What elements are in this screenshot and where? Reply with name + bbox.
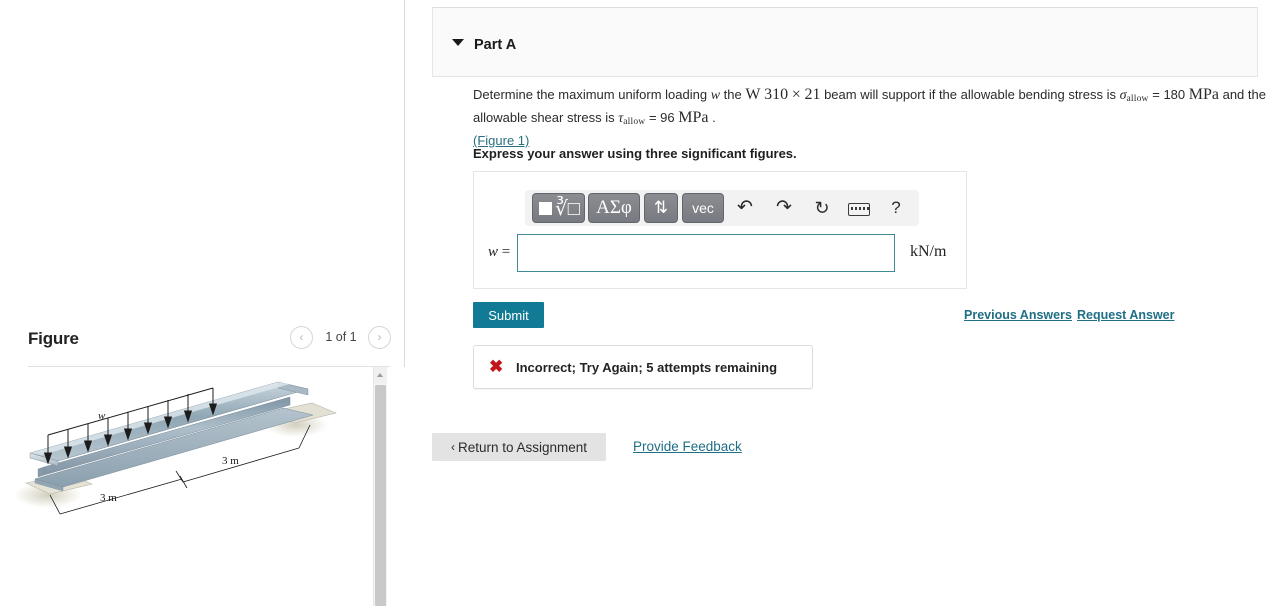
dimension-left-label: 3 m <box>100 492 117 504</box>
question-var-w: w <box>710 88 721 103</box>
greek-symbols-button[interactable]: ΑΣφ <box>588 193 640 223</box>
updown-arrows-button[interactable]: ⇅ <box>644 193 678 223</box>
previous-answers-link[interactable]: Previous Answers <box>964 308 1072 322</box>
request-answer-link[interactable]: Request Answer <box>1077 308 1174 322</box>
question-segment-1: Determine the maximum uniform loading <box>473 87 711 102</box>
beam-number: 21 <box>804 86 821 103</box>
question-text: Determine the maximum uniform loading w … <box>473 86 1267 150</box>
question-segment-6: = 96 <box>645 109 679 125</box>
redo-icon[interactable]: ↷ <box>770 194 798 222</box>
figure-page-indicator: 1 of 1 <box>325 330 357 344</box>
return-to-assignment-label: Return to Assignment <box>457 440 588 455</box>
keyboard-glyph <box>848 203 870 216</box>
feedback-banner: ✖ Incorrect; Try Again; 5 attempts remai… <box>473 345 813 389</box>
content-area: Part A Determine the maximum uniform loa… <box>406 0 1267 606</box>
submit-button[interactable]: Submit <box>473 302 544 328</box>
incorrect-x-icon: ✖ <box>489 357 504 376</box>
scrollbar-thumb[interactable] <box>375 385 386 606</box>
dimension-right-label: 3 m <box>222 455 239 467</box>
chevron-left-icon: ‹ <box>450 440 455 454</box>
answer-instruction: Express your answer using three signific… <box>473 146 797 161</box>
answer-variable-label: w = <box>488 244 511 260</box>
answer-input-row: w = kN/m <box>474 234 968 274</box>
figure-prev-button[interactable]: ‹ <box>290 326 313 349</box>
times-icon: × <box>791 86 801 103</box>
unit-mpa-shear: MPa <box>678 108 709 126</box>
math-toolbar: ∛□ ΑΣφ ⇅ vec ↶ ↷ ↻ ? <box>525 190 919 226</box>
beam-designation: W 310 <box>745 86 789 103</box>
answer-widget: ∛□ ΑΣφ ⇅ vec ↶ ↷ ↻ ? w = kN/m <box>473 171 967 289</box>
load-label-w: w <box>98 410 106 422</box>
answer-input[interactable] <box>517 234 895 272</box>
question-segment-2: the <box>720 87 746 102</box>
part-title: Part A <box>474 37 517 53</box>
sigma-symbol: σ <box>1119 88 1127 103</box>
provide-feedback-link[interactable]: Provide Feedback <box>633 439 742 454</box>
question-segment-3: beam will support if the allowable bendi… <box>820 87 1120 102</box>
help-icon[interactable]: ? <box>882 194 910 222</box>
template-sqrt-button[interactable]: ∛□ <box>532 193 585 223</box>
question-segment-7: . <box>708 109 716 125</box>
radical-icon: ∛□ <box>555 198 580 220</box>
figure-header: Figure ‹ 1 of 1 › <box>28 326 391 364</box>
return-to-assignment-button[interactable]: ‹ Return to Assignment <box>432 433 606 461</box>
figure-panel-title: Figure <box>28 329 79 348</box>
sigma-subscript: allow <box>1126 94 1149 104</box>
page-root: Figure ‹ 1 of 1 › w 3 m 3 m Part A Deter… <box>0 0 1267 606</box>
answer-units-label: kN/m <box>910 243 947 260</box>
unit-mpa-bending: MPa <box>1188 86 1219 103</box>
reset-icon[interactable]: ↻ <box>808 194 836 222</box>
figure-next-button[interactable]: › <box>368 326 391 349</box>
figure-panel: Figure ‹ 1 of 1 › w 3 m 3 m <box>0 0 405 606</box>
figure-scrollbar[interactable] <box>373 367 387 606</box>
tau-subscript: allow <box>623 116 646 127</box>
question-segment-4: = 180 <box>1148 87 1189 102</box>
collapse-caret-icon[interactable] <box>452 39 464 46</box>
undo-icon[interactable]: ↶ <box>731 194 759 222</box>
part-header-panel: Part A <box>432 7 1258 77</box>
vector-button[interactable]: vec <box>682 193 724 223</box>
figure-viewport[interactable]: w 3 m 3 m <box>0 367 405 606</box>
scroll-up-icon[interactable] <box>374 367 387 383</box>
feedback-message: Incorrect; Try Again; 5 attempts remaini… <box>516 360 778 375</box>
template-square-icon <box>539 202 552 215</box>
beam-diagram: w 3 m 3 m <box>14 381 337 515</box>
